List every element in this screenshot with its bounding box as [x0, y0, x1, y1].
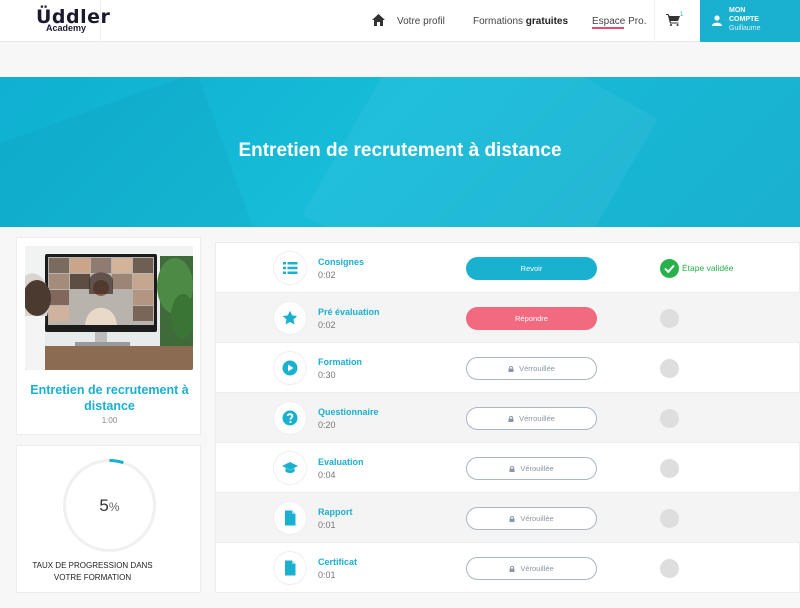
locked-button: Vérrouillée [466, 357, 597, 380]
step-row: Questionnaire 0:20 Vérrouillée [216, 393, 800, 443]
step-row: Certificat 0:01 Vérouillée [216, 543, 800, 593]
step-row: Formation 0:30 Vérrouillée [216, 343, 800, 393]
progress-number: 5 [99, 496, 109, 515]
step-status-indicator [660, 259, 679, 278]
top-header: Üddler Academy Votre profil Formations g… [0, 0, 800, 42]
step-status-indicator [660, 409, 679, 428]
progress-label-line2: VOTRE FORMATION [53, 573, 132, 582]
document-icon [285, 560, 296, 576]
lock-icon [508, 416, 514, 422]
course-thumbnail-illustration [25, 246, 193, 370]
step-name: Pré évaluation [318, 307, 380, 317]
step-icon-badge [274, 302, 306, 334]
step-status-indicator [660, 559, 679, 578]
course-thumbnail [25, 246, 193, 370]
list-icon [283, 262, 298, 274]
step-name: Questionnaire [318, 407, 379, 417]
step-duration: 0:01 [318, 520, 336, 530]
course-card: Entretien de recrutement à distance 1:00 [16, 237, 201, 435]
step-icon-badge [274, 402, 306, 434]
lock-icon [509, 466, 515, 472]
progress-label: TAUX DE PROGRESSION DANS VOTRE FORMATION [0, 560, 185, 584]
step-name: Evaluation [318, 457, 364, 467]
document-icon [285, 510, 296, 526]
step-row: Evaluation 0:04 Vérouillée [216, 443, 800, 493]
logo-sub-text: Academy [46, 23, 87, 33]
step-button-label: Vérouillée [520, 514, 554, 523]
lock-icon [509, 516, 515, 522]
page-title: Entretien de recrutement à distance [238, 140, 562, 161]
step-name: Rapport [318, 507, 353, 517]
step-name: Consignes [318, 257, 365, 267]
step-button-label: Vérouillée [520, 564, 554, 573]
nav-votre-profil[interactable]: Votre profil [397, 0, 445, 42]
step-status-indicator [660, 359, 679, 378]
step-icon-badge [274, 552, 306, 584]
step-duration: 0:04 [318, 470, 336, 480]
question-icon [282, 410, 298, 426]
account-label: COMPTE [729, 16, 759, 23]
graduation-cap-icon [282, 462, 298, 473]
home-icon[interactable] [372, 14, 385, 26]
step-button-label: Répondre [515, 314, 548, 323]
cart-icon[interactable] [666, 14, 680, 26]
step-status-indicator [660, 309, 679, 328]
locked-button: Vérouillée [466, 457, 597, 480]
nav-formations-bold: gratuites [525, 15, 569, 27]
progress-value: 5% [62, 496, 157, 516]
step-duration: 0:01 [318, 570, 336, 580]
star-icon [282, 310, 298, 325]
divider [100, 0, 101, 42]
user-icon [712, 15, 722, 26]
steps-panel: Consignes 0:02 Revoir Étape validée Pré éval… [215, 242, 800, 593]
lock-icon [509, 566, 515, 572]
cart-count-badge: 1 [680, 12, 684, 18]
step-button-label: Revoir [520, 264, 543, 273]
account-label: MON [729, 7, 746, 14]
step-name: Formation [318, 357, 362, 367]
step-duration: 0:02 [318, 320, 336, 330]
revoir-button[interactable]: Revoir [466, 257, 597, 280]
step-status-indicator [660, 459, 679, 478]
step-button-label: Vérrouillée [519, 414, 555, 423]
progress-unit: % [108, 500, 120, 514]
step-row: Rapport 0:01 Vérouillée [216, 493, 800, 543]
uddler-logo[interactable]: Üddler Academy [36, 7, 110, 37]
step-button-label: Vérrouillée [519, 364, 555, 373]
lock-icon [508, 366, 514, 372]
account-username: Guillaume [729, 25, 761, 32]
step-duration: 0:30 [318, 370, 336, 380]
step-duration: 0:20 [318, 420, 336, 430]
locked-button: Vérrouillée [466, 407, 597, 430]
step-button-label: Vérouillée [520, 464, 554, 473]
step-icon-badge [274, 502, 306, 534]
progress-label-line1: TAUX DE PROGRESSION DANS [32, 561, 153, 570]
step-name: Certificat [318, 557, 358, 567]
step-row: Consignes 0:02 Revoir Étape validée [216, 243, 800, 293]
course-duration: 1:00 [101, 416, 118, 425]
step-row: Pré évaluation 0:02 Répondre [216, 293, 800, 343]
divider [654, 0, 655, 42]
account-button[interactable]: MON COMPTE Guillaume [700, 0, 800, 42]
play-icon [282, 360, 298, 376]
locked-button: Vérouillée [466, 507, 597, 530]
step-status-indicator [660, 509, 679, 528]
step-icon-badge [274, 352, 306, 384]
locked-button: Vérouillée [466, 557, 597, 580]
repondre-button[interactable]: Répondre [466, 307, 597, 330]
step-status-text: Étape validée [682, 263, 734, 273]
nav-formations-gratuites[interactable]: Formations gratuites [473, 0, 568, 42]
step-icon-badge [274, 452, 306, 484]
course-title: Entretien de recrutement à distance [30, 383, 189, 413]
nav-formations-prefix: Formations [473, 15, 524, 27]
nav-espace-pro[interactable]: Espace Pro. [592, 0, 646, 42]
step-duration: 0:02 [318, 270, 336, 280]
check-icon [664, 264, 675, 274]
step-icon-badge [274, 252, 306, 284]
